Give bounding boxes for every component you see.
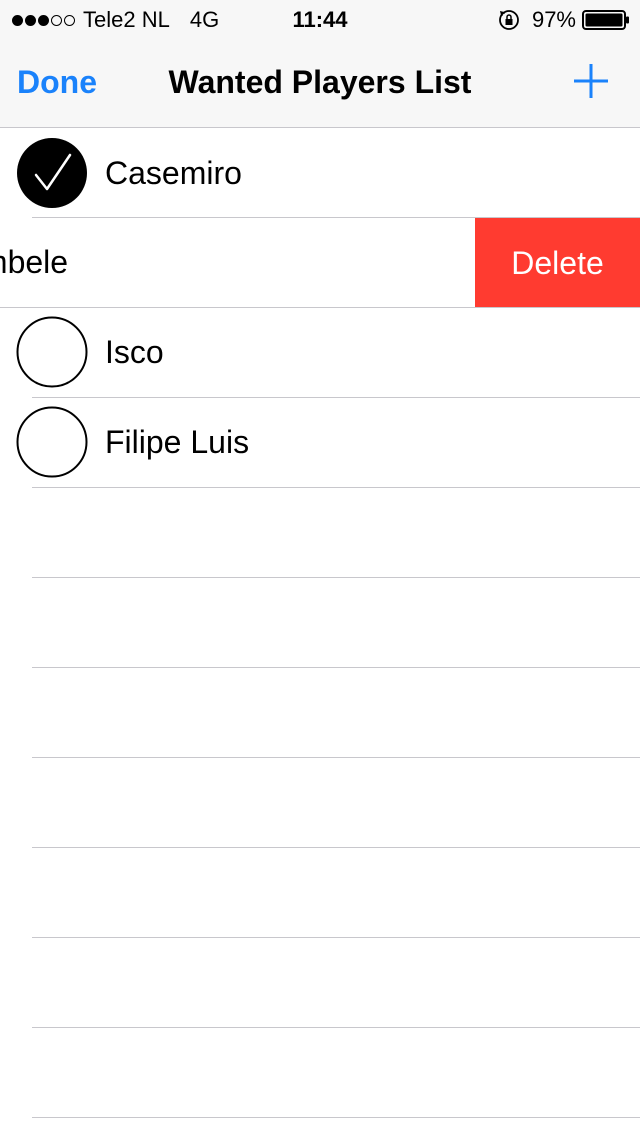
empty-row-separator (32, 847, 640, 848)
swiped-row-content[interactable]: Dembele (0, 218, 475, 308)
unchecked-circle-icon[interactable] (16, 316, 88, 388)
player-name: Dembele (0, 244, 69, 280)
empty-row-separator (32, 757, 640, 758)
list-item-filipe-luis[interactable]: Filipe Luis (0, 398, 640, 488)
list-item-casemiro[interactable]: Casemiro (0, 129, 640, 219)
row-separator (32, 487, 640, 488)
unchecked-circle-icon[interactable] (16, 406, 88, 478)
player-name: Isco (105, 334, 164, 370)
empty-row-separator (32, 577, 640, 578)
status-bar: Tele2 NL 4G 11:44 97% (0, 0, 640, 40)
checked-circle-icon[interactable] (16, 137, 88, 209)
empty-row-separator (32, 937, 640, 938)
battery-icon (582, 10, 629, 30)
player-name: Casemiro (105, 155, 242, 191)
navigation-bar: Done Wanted Players List (0, 40, 640, 128)
add-player-button[interactable] (572, 62, 610, 100)
list-item-dembele[interactable]: Dembele Delete (0, 218, 640, 308)
rotation-lock-icon (499, 10, 519, 30)
empty-row-separator (32, 1117, 640, 1118)
battery-percent: 97% (531, 7, 576, 32)
status-right: 97% (498, 6, 630, 34)
player-name: Filipe Luis (105, 424, 250, 460)
page-title: Wanted Players List (168, 64, 472, 100)
players-list: Casemiro Dembele Delete Isco Filipe Luis (0, 129, 640, 1136)
list-item-isco[interactable]: Isco (0, 308, 640, 398)
empty-row-separator (32, 1027, 640, 1028)
empty-row-separator (32, 667, 640, 668)
delete-button[interactable]: Delete (475, 218, 640, 308)
